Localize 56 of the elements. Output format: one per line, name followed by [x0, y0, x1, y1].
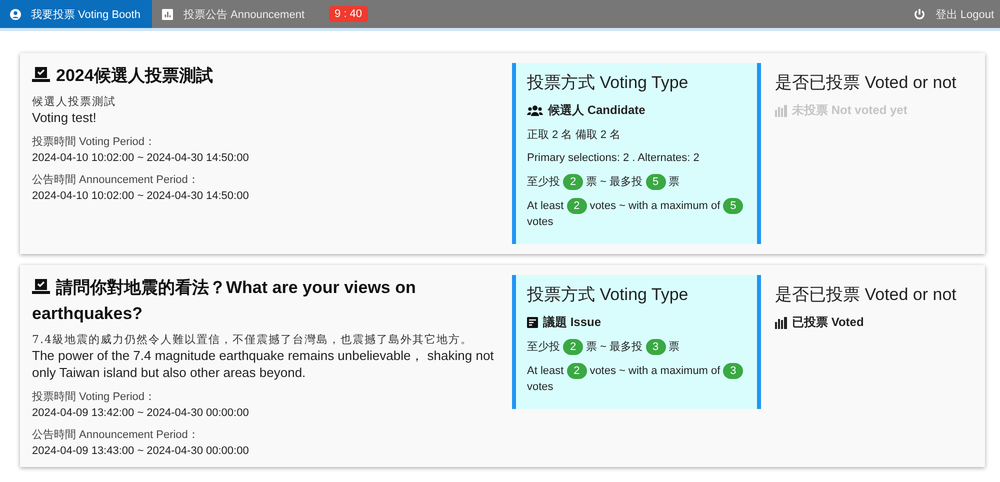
- count-badge: 2: [563, 174, 583, 190]
- voting-type: 議題 Issue: [543, 314, 602, 331]
- nav-tab[interactable]: 我要投票 Voting Booth: [0, 0, 152, 28]
- description-chinese: 7.4級地震的威力仍然令人難以置信，不僅震撼了台灣島，也震撼了島外其它地方。: [32, 332, 474, 347]
- seat-info: 正取 2 名 備取 2 名: [527, 128, 622, 142]
- description-english: The power of the 7.4 magnitude earthquake remains unbelievable， shaking not only Taiwan island but also other areas beyond.: [32, 347, 495, 381]
- panel-heading: 投票方式 Voting Type: [527, 284, 690, 306]
- period-value: 2024-04-09 13:43:00 ~ 2024-04-30 00:00:00: [32, 445, 250, 457]
- panel-heading: 是否已投票 Voted or not: [775, 72, 958, 94]
- vote-limit-text: votes ~ with a maximum of: [590, 200, 720, 212]
- description-chinese: 候選人投票測試: [32, 94, 117, 109]
- chart-icon: [162, 8, 174, 20]
- period-value: 2024-04-10 10:02:00 ~ 2024-04-30 14:50:00: [32, 152, 250, 164]
- period-value: 2024-04-09 13:42:00 ~ 2024-04-30 00:00:00: [32, 407, 250, 419]
- period-label: 投票時間 Voting Period：: [32, 390, 156, 404]
- poll-title: 2024候選人投票測試: [32, 63, 502, 89]
- voted-status: 已投票 Voted: [792, 314, 864, 331]
- voting-type: 候選人 Candidate: [548, 102, 646, 119]
- logout-link[interactable]: 登出 Logout: [935, 6, 994, 22]
- bars-icon: [775, 104, 787, 116]
- vote-limit-text: votes ~ with a maximum of: [590, 365, 720, 377]
- period-label: 投票時間 Voting Period：: [32, 135, 156, 149]
- ballot-box-icon: [32, 279, 50, 294]
- vote-limit-text: 票 ~ 最多投: [586, 176, 643, 188]
- list-icon: [527, 317, 538, 328]
- count-badge: 2: [566, 198, 587, 214]
- period-value: 2024-04-10 10:02:00 ~ 2024-04-30 14:50:00: [32, 190, 250, 202]
- users-icon: [527, 105, 543, 116]
- period-label: 公告時間 Announcement Period：: [32, 428, 200, 442]
- vote-limit-text: votes: [527, 381, 554, 393]
- panel-heading: 投票方式 Voting Type: [527, 72, 690, 94]
- description-english: Voting test!: [32, 109, 98, 126]
- period-label: 公告時間 Announcement Period：: [32, 172, 200, 187]
- bars-icon: [775, 316, 787, 328]
- vote-limit-text: votes: [527, 216, 554, 228]
- count-badge: 5: [646, 174, 666, 190]
- vote-limit-text: At least: [527, 365, 564, 377]
- poll-title: 請問你對地震的看法？What are your views on earthquakes?: [32, 277, 417, 325]
- ballot-box-icon: [32, 67, 50, 82]
- count-badge: 2: [566, 363, 587, 379]
- vote-limit-text: 票: [668, 176, 680, 188]
- nav-tab[interactable]: 投票公告 Announcement: [152, 0, 317, 28]
- count-badge: 5: [723, 198, 744, 214]
- user-icon: [10, 8, 21, 20]
- count-badge: 3: [723, 363, 744, 379]
- seat-info: Primary selections: 2 . Alternates: 2: [527, 152, 700, 164]
- vote-limit-text: 票: [668, 341, 680, 353]
- count-badge: 3: [646, 339, 666, 355]
- panel-heading: 是否已投票 Voted or not: [775, 284, 958, 306]
- vote-limit-text: 至少投: [527, 341, 560, 353]
- vote-limit-text: 至少投: [527, 176, 560, 188]
- power-icon[interactable]: [914, 8, 926, 20]
- countdown-timer: 9 : 40: [328, 6, 368, 22]
- vote-limit-text: 票 ~ 最多投: [586, 341, 643, 353]
- vote-limit-text: At least: [527, 200, 564, 212]
- count-badge: 2: [563, 339, 583, 355]
